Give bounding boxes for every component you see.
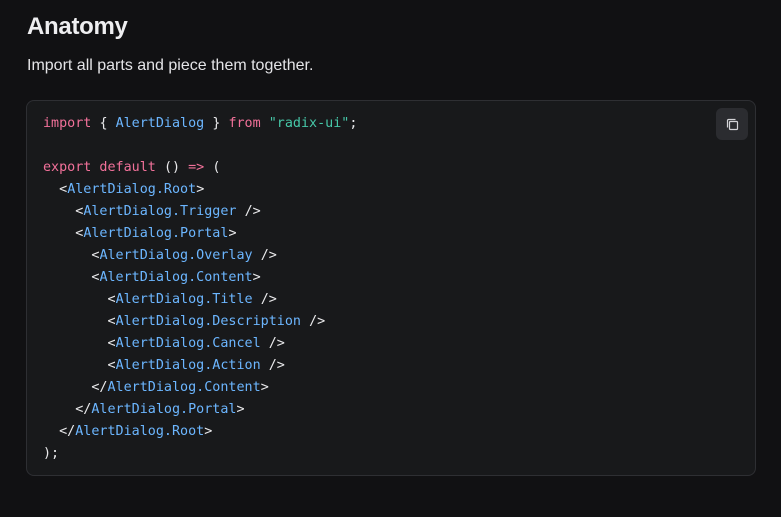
code-token: AlertDialog.Action xyxy=(115,358,261,373)
code-token: /> xyxy=(260,292,277,307)
code-line: import { AlertDialog } from "radix-ui"; xyxy=(43,113,357,135)
code-line: </AlertDialog.Root> xyxy=(43,421,357,443)
code-token: AlertDialog.Portal xyxy=(83,226,229,241)
code-token: </ xyxy=(91,380,108,395)
code-line: </AlertDialog.Portal> xyxy=(43,399,357,421)
code-token: < xyxy=(107,292,116,307)
code-line: <AlertDialog.Content> xyxy=(43,267,357,289)
code-line: <AlertDialog.Description /> xyxy=(43,311,357,333)
code-token: AlertDialog.Root xyxy=(75,424,205,439)
code-token: </ xyxy=(75,402,92,417)
code-token: { xyxy=(99,116,108,131)
code-token: > xyxy=(260,380,269,395)
code-token: > xyxy=(236,402,245,417)
code-line: </AlertDialog.Content> xyxy=(43,377,357,399)
code-token: > xyxy=(252,270,261,285)
code-token: > xyxy=(196,182,205,197)
code-token: => xyxy=(188,160,205,175)
code-line: ); xyxy=(43,443,357,465)
code-token: > xyxy=(228,226,237,241)
code-token: AlertDialog.Overlay xyxy=(99,248,253,263)
code-token: /> xyxy=(268,336,285,351)
code-line: <AlertDialog.Portal> xyxy=(43,223,357,245)
code-token: "radix-ui" xyxy=(268,116,350,131)
code-token: /> xyxy=(309,314,326,329)
code-token: export default xyxy=(43,160,156,175)
code-token: ( xyxy=(212,160,221,175)
code-snippet: import { AlertDialog } from "radix-ui"; e… xyxy=(43,113,357,465)
code-token: from xyxy=(228,116,261,131)
code-line: <AlertDialog.Root> xyxy=(43,179,357,201)
code-token: AlertDialog.Content xyxy=(107,380,261,395)
code-token: AlertDialog.Cancel xyxy=(115,336,261,351)
code-token: < xyxy=(59,182,68,197)
code-line: <AlertDialog.Overlay /> xyxy=(43,245,357,267)
copy-code-button[interactable] xyxy=(716,108,748,140)
code-line: <AlertDialog.Title /> xyxy=(43,289,357,311)
code-token: < xyxy=(107,358,116,373)
code-token: < xyxy=(107,314,116,329)
code-block: import { AlertDialog } from "radix-ui"; e… xyxy=(26,100,756,476)
code-token: () xyxy=(163,160,181,175)
code-token: AlertDialog.Content xyxy=(99,270,253,285)
code-token: AlertDialog.Root xyxy=(67,182,197,197)
code-token: ); xyxy=(43,446,60,461)
section-heading: Anatomy xyxy=(27,13,128,40)
code-token: AlertDialog.Title xyxy=(115,292,253,307)
code-token: AlertDialog xyxy=(115,116,205,131)
code-line: export default () => ( xyxy=(43,157,357,179)
code-token: ; xyxy=(349,116,358,131)
code-token: } xyxy=(212,116,221,131)
code-token: /> xyxy=(260,248,277,263)
code-token: AlertDialog.Trigger xyxy=(83,204,237,219)
copy-icon xyxy=(726,118,738,130)
section-description: Import all parts and piece them together… xyxy=(27,57,314,74)
code-token: import xyxy=(43,116,92,131)
code-token: /> xyxy=(244,204,261,219)
code-token: AlertDialog.Description xyxy=(115,314,301,329)
code-line: <AlertDialog.Trigger /> xyxy=(43,201,357,223)
code-line: <AlertDialog.Action /> xyxy=(43,355,357,377)
code-token: < xyxy=(107,336,116,351)
code-line: <AlertDialog.Cancel /> xyxy=(43,333,357,355)
code-token: /> xyxy=(268,358,285,373)
code-token: AlertDialog.Portal xyxy=(91,402,237,417)
code-token: </ xyxy=(59,424,76,439)
code-token: > xyxy=(204,424,213,439)
